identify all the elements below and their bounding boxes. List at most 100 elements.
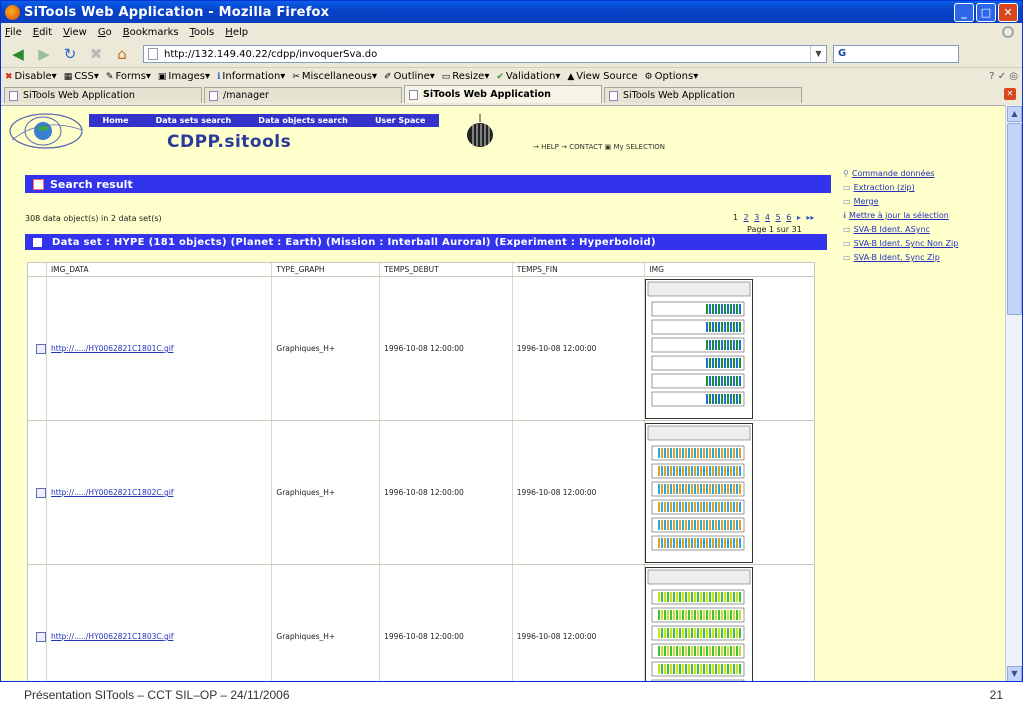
page-link-5[interactable]: 5: [776, 213, 781, 222]
nav-data-sets-search[interactable]: Data sets search: [156, 116, 232, 125]
link-sva-sync-non-zip[interactable]: ▭ SVA-B Ident. Sync Non Zip: [843, 239, 963, 249]
row-checkbox[interactable]: [36, 487, 46, 498]
forward-icon[interactable]: ▶: [33, 44, 55, 64]
spectrogram-stripe: [661, 447, 664, 458]
spectrogram-thumbnail[interactable]: [645, 278, 754, 419]
spectrogram-stripe: [724, 627, 727, 638]
spectrogram-stripe: [721, 663, 724, 674]
help-contact-selection-links[interactable]: → HELP → CONTACT ▣ My SELECTION: [533, 143, 665, 151]
spectrogram-stripe: [733, 465, 736, 476]
maximize-button[interactable]: □: [976, 2, 996, 22]
menu-help[interactable]: Help: [225, 27, 248, 38]
spectrogram-stripe: [706, 375, 709, 386]
img-data-link[interactable]: http://...../HY0062821C1801C.gif: [51, 344, 173, 353]
slide-footer: Présentation SITools – CCT SIL–OP – 24/1…: [0, 682, 1023, 708]
spectrogram-stripe: [730, 537, 733, 548]
spectrogram-thumbnail[interactable]: [645, 422, 754, 563]
devbar-validation[interactable]: ✔ Validation▾: [496, 71, 560, 82]
spectrogram-stripe: [688, 591, 691, 602]
menu-go[interactable]: Go: [98, 27, 112, 38]
spectrogram-stripe: [661, 627, 664, 638]
devbar-information[interactable]: ℹ Information▾: [217, 71, 285, 82]
spectrogram-stripe: [664, 519, 667, 530]
page-link-3[interactable]: 3: [754, 213, 759, 222]
img-data-link[interactable]: http://...../HY0062821C1803C.gif: [51, 632, 173, 641]
page-link-6[interactable]: 6: [786, 213, 791, 222]
devbar-images[interactable]: ▣ Images▾: [158, 71, 210, 82]
devbar-css[interactable]: ▦ CSS▾: [64, 71, 99, 82]
menu-edit[interactable]: Edit: [33, 27, 52, 38]
search-result-header: Search result: [25, 175, 831, 193]
spectrogram-stripe: [700, 519, 703, 530]
link-update-selection[interactable]: ℹ Mettre à jour la sélection: [843, 211, 963, 221]
tab-manager[interactable]: /manager: [204, 87, 402, 103]
reload-icon[interactable]: ↻: [59, 44, 81, 64]
nav-user-space[interactable]: User Space: [375, 116, 425, 125]
spectrogram-stripe: [724, 357, 727, 368]
spectrogram-stripe: [733, 303, 736, 314]
url-dropdown-icon[interactable]: ▼: [810, 46, 826, 62]
spectrogram-stripe: [661, 663, 664, 674]
vertical-scrollbar[interactable]: ▲ ▼: [1005, 105, 1022, 681]
spectrogram-stripe: [676, 591, 679, 602]
spectrogram-stripe: [667, 627, 670, 638]
spectrogram-stripe: [739, 303, 742, 314]
spectrogram-stripe: [724, 447, 727, 458]
back-icon[interactable]: ◀: [7, 44, 29, 64]
spectrogram-stripe: [664, 645, 667, 656]
spectrogram-stripe: [712, 303, 715, 314]
menu-view[interactable]: View: [63, 27, 87, 38]
scroll-down-icon[interactable]: ▼: [1007, 666, 1022, 681]
close-tab-icon[interactable]: ✕: [1004, 88, 1016, 100]
row-checkbox[interactable]: [36, 343, 46, 354]
spectrogram-stripe: [709, 321, 712, 332]
spectrogram-stripe: [706, 483, 709, 494]
link-extraction-zip[interactable]: ▭ Extraction (zip): [843, 183, 963, 193]
spectrogram-stripe: [691, 645, 694, 656]
tab-sitools-2[interactable]: SiTools Web Application: [604, 87, 802, 103]
scroll-up-icon[interactable]: ▲: [1007, 106, 1022, 122]
spectrogram-stripe: [676, 501, 679, 512]
row-checkbox[interactable]: [36, 631, 46, 642]
spectrogram-thumbnail[interactable]: [645, 566, 754, 681]
menu-tools[interactable]: Tools: [190, 27, 215, 38]
devbar-disable[interactable]: ✖ Disable▾: [5, 71, 57, 82]
stop-icon[interactable]: ✖: [85, 44, 107, 64]
nav-data-objects-search[interactable]: Data objects search: [258, 116, 348, 125]
minimize-button[interactable]: _: [954, 2, 974, 22]
link-commande-donnees[interactable]: ⚲ Commande données: [843, 169, 963, 179]
tab-sitools-active[interactable]: SiTools Web Application: [404, 85, 602, 103]
home-icon[interactable]: ⌂: [111, 44, 133, 64]
table-row: http://...../HY0062821C1803C.gif Graphiq…: [28, 565, 814, 681]
page-link-4[interactable]: 4: [765, 213, 770, 222]
spectrogram-stripe: [730, 645, 733, 656]
menu-bookmarks[interactable]: Bookmarks: [123, 27, 179, 38]
scroll-thumb[interactable]: [1007, 123, 1022, 315]
img-data-link[interactable]: http://...../HY0062821C1802C.gif: [51, 488, 173, 497]
spectrogram-stripe: [682, 645, 685, 656]
link-merge[interactable]: ▭ Merge: [843, 197, 963, 207]
next-page-icon[interactable]: ▸: [797, 213, 801, 222]
devbar-options[interactable]: ⚙ Options▾: [645, 71, 699, 82]
close-button[interactable]: ✕: [998, 2, 1018, 22]
devbar-forms[interactable]: ✎ Forms▾: [106, 71, 151, 82]
search-box[interactable]: G: [833, 45, 959, 63]
nav-home[interactable]: Home: [103, 116, 129, 125]
page-link-2[interactable]: 2: [744, 213, 749, 222]
last-page-icon[interactable]: ▸▸: [806, 213, 814, 222]
url-text[interactable]: http://132.149.40.22/cdpp/invoquerSva.do: [164, 49, 810, 60]
devbar-resize[interactable]: ▭ Resize▾: [442, 71, 490, 82]
link-sva-sync-zip[interactable]: ▭ SVA-B Ident. Sync Zip: [843, 253, 963, 263]
url-bar[interactable]: http://132.149.40.22/cdpp/invoquerSva.do…: [143, 45, 827, 63]
tab-sitools-1[interactable]: SiTools Web Application: [4, 87, 202, 103]
spectrogram-stripe: [697, 645, 700, 656]
link-sva-async[interactable]: ▭ SVA-B Ident. ASync: [843, 225, 963, 235]
spectrogram-stripe: [724, 375, 727, 386]
devbar-view-source[interactable]: ▲ View Source: [567, 71, 637, 82]
spectrogram-stripe: [676, 447, 679, 458]
spectrogram-stripe: [712, 393, 715, 404]
menu-file[interactable]: File: [5, 27, 22, 38]
spectrogram-stripe: [727, 375, 730, 386]
devbar-outline[interactable]: ✐ Outline▾: [384, 71, 435, 82]
devbar-miscellaneous[interactable]: ✂ Miscellaneous▾: [292, 71, 377, 82]
